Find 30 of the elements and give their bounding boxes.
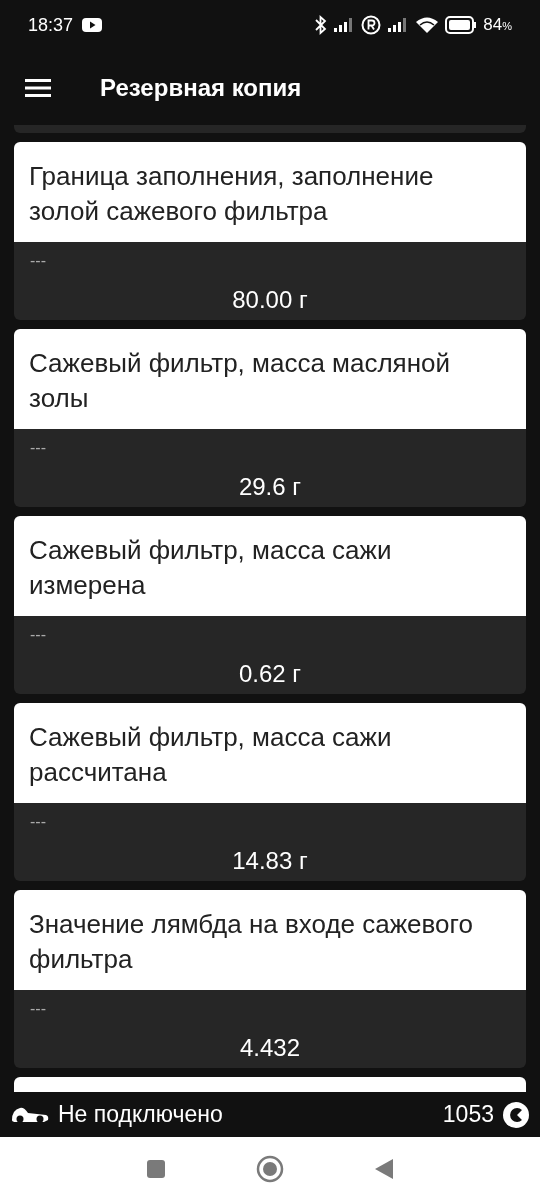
- recents-button[interactable]: [146, 1158, 166, 1179]
- pie-icon: [502, 1100, 530, 1129]
- parameter-name: Сажевый фильтр, масса сажи измерена: [14, 516, 526, 616]
- parameter-note: ---: [30, 626, 46, 644]
- parameter-name: Граница заполнения, заполнение золой сажевого фильтра: [14, 142, 526, 242]
- percent-sign: %: [502, 20, 512, 32]
- parameter-name: Значение лямбда на входе сажевого фильтра: [14, 890, 526, 990]
- wifi-icon: [415, 16, 440, 34]
- parameter-value: 4.432: [239, 1034, 301, 1062]
- parameter-value: 29.6 г: [238, 473, 302, 501]
- screen-title: Резервная копия: [100, 73, 302, 102]
- parameter-note: ---: [30, 252, 46, 270]
- parameter-name: Сажевый фильтр, масса масляной золы: [14, 329, 526, 429]
- parameter-note: ---: [30, 439, 46, 457]
- parameter-note: ---: [30, 813, 46, 831]
- battery-percent: 84: [483, 15, 503, 35]
- battery-icon: [445, 16, 478, 34]
- video-icon: [81, 17, 104, 33]
- clock-time: 18:37: [28, 14, 74, 36]
- parameter-value: 14.83 г: [232, 847, 308, 875]
- counter: 1053: [442, 1101, 494, 1128]
- parameter-value: 0.62 г: [238, 660, 302, 688]
- roaming-icon: [361, 15, 382, 35]
- parameter-value: 80.00 г: [232, 286, 308, 314]
- parameter-note: ---: [30, 1000, 46, 1018]
- bluetooth-icon: [315, 15, 328, 35]
- parameter-name: Сажевый фильтр, масса сажи рассчитана: [14, 703, 526, 803]
- home-button[interactable]: [256, 1154, 284, 1183]
- back-button[interactable]: [374, 1157, 394, 1180]
- connection-status: Не подключено: [58, 1101, 223, 1128]
